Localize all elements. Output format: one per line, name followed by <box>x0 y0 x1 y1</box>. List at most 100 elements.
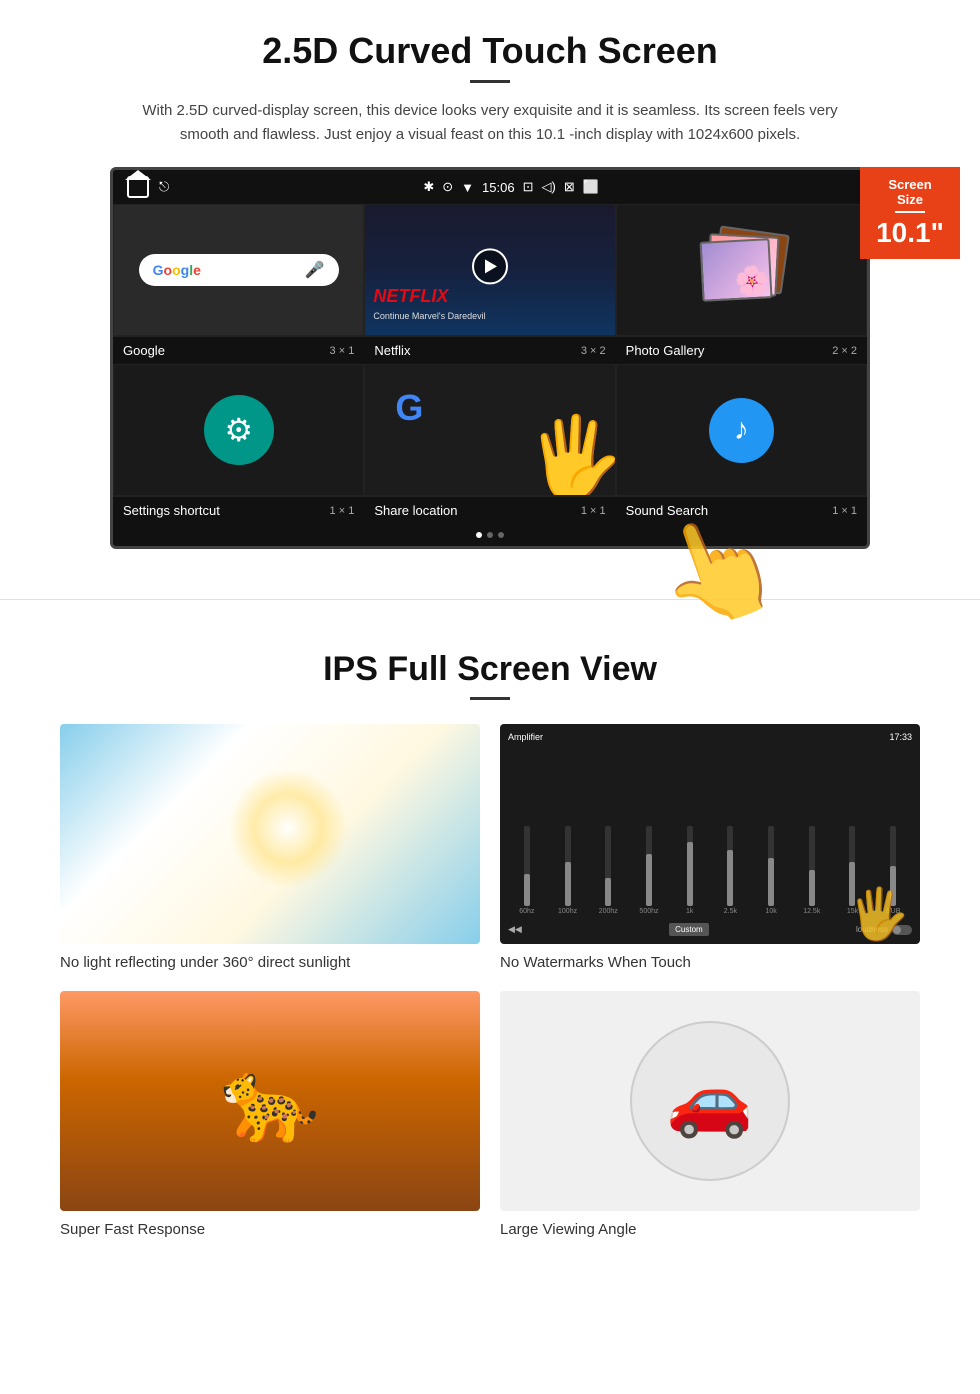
netflix-cell-inner: NETFLIX Continue Marvel's Daredevil <box>365 205 614 335</box>
amp-custom-button[interactable]: Custom <box>669 923 709 936</box>
amp-bar-4: 500hz <box>630 826 668 915</box>
sound-icon-wrap: ♪ <box>709 398 774 463</box>
amp-bar-8: 12.5k <box>793 826 831 915</box>
no-watermarks-label: No Watermarks When Touch <box>500 954 920 971</box>
share-location-app-cell[interactable]: G 🖐 <box>364 364 615 496</box>
badge-label: Screen Size <box>874 177 946 207</box>
badge-divider <box>895 211 925 213</box>
location-icon: ⊙ <box>442 179 453 195</box>
amp-bar-1: 60hz <box>508 826 546 915</box>
photo-gallery-app-size: 2 × 2 <box>832 345 857 357</box>
sound-search-label: Sound Search 1 × 1 <box>616 496 867 524</box>
netflix-logo: NETFLIX <box>373 286 448 307</box>
camera-icon: ⊡ <box>523 179 534 195</box>
dot-1 <box>476 532 482 538</box>
section1-title: 2.5D Curved Touch Screen <box>60 30 920 72</box>
dot-3 <box>498 532 504 538</box>
feature-fast-response: 🐆 Super Fast Response <box>60 991 480 1238</box>
no-light-label: No light reflecting under 360° direct su… <box>60 954 480 971</box>
feature-no-watermarks: Amplifier 17:33 60hz 100hz <box>500 724 920 971</box>
google-app-size: 3 × 1 <box>330 345 355 357</box>
device-screen: ⎋ ✱ ⊙ ▼ 15:06 ⊡ ◁) ⊠ ⬜ <box>110 167 870 549</box>
car-top-view-icon: 🚗 <box>666 1060 753 1142</box>
screen-icon: ⊠ <box>564 179 575 195</box>
netflix-app-cell[interactable]: NETFLIX Continue Marvel's Daredevil <box>364 204 615 336</box>
share-location-label: Share location 1 × 1 <box>364 496 615 524</box>
amplifier-image: Amplifier 17:33 60hz 100hz <box>500 724 920 944</box>
settings-cell-inner: ⚙ <box>114 365 363 495</box>
section-divider <box>0 599 980 600</box>
amp-prev-icon: ◀◀ <box>508 924 522 935</box>
sound-search-app-name: Sound Search <box>626 503 708 518</box>
settings-app-size: 1 × 1 <box>330 505 355 517</box>
feature-no-light: No light reflecting under 360° direct su… <box>60 724 480 971</box>
cheetah-visualization: 🐆 <box>60 991 480 1211</box>
share-location-app-size: 1 × 1 <box>581 505 606 517</box>
google-app-cell[interactable]: Google 🎤 <box>113 204 364 336</box>
amp-title: Amplifier <box>508 732 543 742</box>
device-container: ⎋ ✱ ⊙ ▼ 15:06 ⊡ ◁) ⊠ ⬜ <box>60 167 920 549</box>
sky-visualization <box>60 724 480 944</box>
google-search-bar[interactable]: Google 🎤 <box>139 254 339 286</box>
car-visualization: 🚗 <box>500 991 920 1211</box>
car-image: 🚗 <box>500 991 920 1211</box>
home-icon[interactable] <box>127 176 149 198</box>
status-bar: ⎋ ✱ ⊙ ▼ 15:06 ⊡ ◁) ⊠ ⬜ <box>113 170 867 204</box>
no-light-image <box>60 724 480 944</box>
photo-cell-inner: 🌸 <box>617 205 866 335</box>
amp-bar-7: 10k <box>752 826 790 915</box>
sound-search-app-size: 1 × 1 <box>832 505 857 517</box>
netflix-app-name: Netflix <box>374 343 410 358</box>
title-divider <box>470 80 510 83</box>
share-cell-inner: G 🖐 <box>365 365 614 495</box>
status-center: ✱ ⊙ ▼ 15:06 ⊡ ◁) ⊠ ⬜ <box>423 179 599 195</box>
netflix-subtitle: Continue Marvel's Daredevil <box>373 311 485 321</box>
window-icon: ⬜ <box>583 179 599 195</box>
settings-app-cell[interactable]: ⚙ <box>113 364 364 496</box>
bluetooth-icon: ✱ <box>423 179 434 195</box>
amp-header: Amplifier 17:33 <box>508 732 912 742</box>
section-ips-fullscreen: IPS Full Screen View No light reflecting… <box>0 630 980 1268</box>
usb-icon: ⎋ <box>159 179 169 195</box>
section1-description: With 2.5D curved-display screen, this de… <box>140 99 840 147</box>
time-display: 15:06 <box>482 180 515 195</box>
google-app-name: Google <box>123 343 165 358</box>
app-label-row2: Settings shortcut 1 × 1 Share location 1… <box>113 496 867 524</box>
settings-icon-wrap: ⚙ <box>204 395 274 465</box>
amp-bar-5: 1k <box>671 826 709 915</box>
page-dots <box>113 524 867 546</box>
google-logo: Google <box>153 262 201 278</box>
app-grid-row2: ⚙ G 🖐 <box>113 364 867 496</box>
app-grid-row1: Google 🎤 NETFLIX Continue Marvel' <box>113 204 867 336</box>
settings-app-name: Settings shortcut <box>123 503 220 518</box>
fast-response-label: Super Fast Response <box>60 1221 480 1238</box>
device-wrapper: ⎋ ✱ ⊙ ▼ 15:06 ⊡ ◁) ⊠ ⬜ <box>110 167 870 549</box>
features-grid: No light reflecting under 360° direct su… <box>60 724 920 1238</box>
settings-label: Settings shortcut 1 × 1 <box>113 496 364 524</box>
mic-icon[interactable]: 🎤 <box>305 260 325 280</box>
netflix-play-button[interactable] <box>472 248 508 284</box>
sound-cell-inner: ♪ <box>617 365 866 495</box>
amp-time: 17:33 <box>889 732 912 742</box>
badge-size: 10.1" <box>874 217 946 249</box>
share-location-app-name: Share location <box>374 503 457 518</box>
photo-card-3: 🌸 <box>700 238 773 302</box>
screen-size-badge: Screen Size 10.1" <box>860 167 960 259</box>
car-circle: 🚗 <box>630 1021 790 1181</box>
dot-2 <box>487 532 493 538</box>
gear-icon: ⚙ <box>224 411 253 449</box>
photo-gallery-app-name: Photo Gallery <box>626 343 705 358</box>
photo-gallery-app-cell[interactable]: 🌸 <box>616 204 867 336</box>
sound-search-app-cell[interactable]: ♪ <box>616 364 867 496</box>
amp-bar-3: 200hz <box>589 826 627 915</box>
cheetah-image: 🐆 <box>60 991 480 1211</box>
app-label-row1: Google 3 × 1 Netflix 3 × 2 Photo Gallery… <box>113 336 867 364</box>
cheetah-icon: 🐆 <box>220 1054 320 1148</box>
amp-bar-2: 100hz <box>549 826 587 915</box>
music-note-icon: ♪ <box>734 413 749 447</box>
netflix-label: Netflix 3 × 2 <box>364 336 615 364</box>
amp-bar-6: 2.5k <box>712 826 750 915</box>
feature-viewing-angle: 🚗 Large Viewing Angle <box>500 991 920 1238</box>
flower-icon: 🌸 <box>734 263 771 298</box>
google-cell-inner: Google 🎤 <box>114 205 363 335</box>
